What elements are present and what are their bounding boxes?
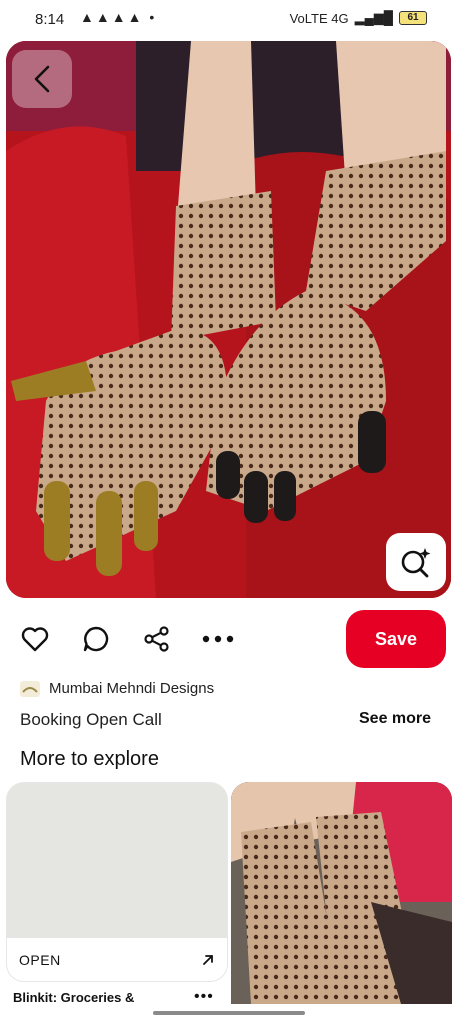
ad-more-button[interactable]: ••• xyxy=(194,988,214,1006)
heart-icon xyxy=(21,627,49,652)
chevron-left-icon xyxy=(34,65,50,93)
see-more-link[interactable]: See more xyxy=(359,710,431,728)
comment-button[interactable] xyxy=(79,622,113,656)
back-button[interactable] xyxy=(12,50,72,108)
home-indicator[interactable] xyxy=(153,1011,305,1015)
creator-avatar xyxy=(20,680,40,697)
share-icon xyxy=(144,626,169,652)
pin-image[interactable] xyxy=(6,41,451,598)
more-to-explore-heading: More to explore xyxy=(20,748,159,770)
ad-card[interactable]: OPEN xyxy=(6,782,228,982)
more-icon xyxy=(202,635,234,643)
ad-title[interactable]: Blinkit: Groceries & xyxy=(13,990,134,1005)
battery-icon: 61 xyxy=(399,11,427,25)
visual-search-icon xyxy=(401,548,431,578)
more-options-button[interactable] xyxy=(201,622,235,656)
comment-icon xyxy=(83,626,109,652)
save-button[interactable]: Save xyxy=(346,610,446,668)
clock: 8:14 xyxy=(35,11,65,28)
external-link-arrow-icon xyxy=(203,954,213,965)
signal-icon: ▂▄▆█ xyxy=(354,10,393,25)
mehndi-hands-illustration xyxy=(6,41,451,598)
ad-open-strip[interactable]: OPEN xyxy=(7,938,227,981)
system-icons: VoLTE 4G ▂▄▆█ 61 xyxy=(290,10,427,26)
visual-search-button[interactable] xyxy=(386,533,446,591)
creator-name[interactable]: Mumbai Mehndi Designs xyxy=(49,680,214,697)
creator-logo-icon xyxy=(22,686,38,693)
pin-title: Booking Open Call xyxy=(20,710,162,729)
status-bar: 8:14 ▲▲▲▲ • VoLTE 4G ▂▄▆█ 61 xyxy=(0,0,457,40)
share-button[interactable] xyxy=(140,622,174,656)
creator-row[interactable]: Mumbai Mehndi Designs xyxy=(20,680,214,697)
notification-icons: ▲▲▲▲ • xyxy=(80,9,157,25)
network-label: VoLTE 4G xyxy=(289,10,349,26)
explore-pin-card[interactable] xyxy=(231,782,452,1004)
like-button[interactable] xyxy=(18,622,52,656)
open-label: OPEN xyxy=(19,951,61,968)
mehndi-hands-thumbnail xyxy=(231,782,452,1004)
